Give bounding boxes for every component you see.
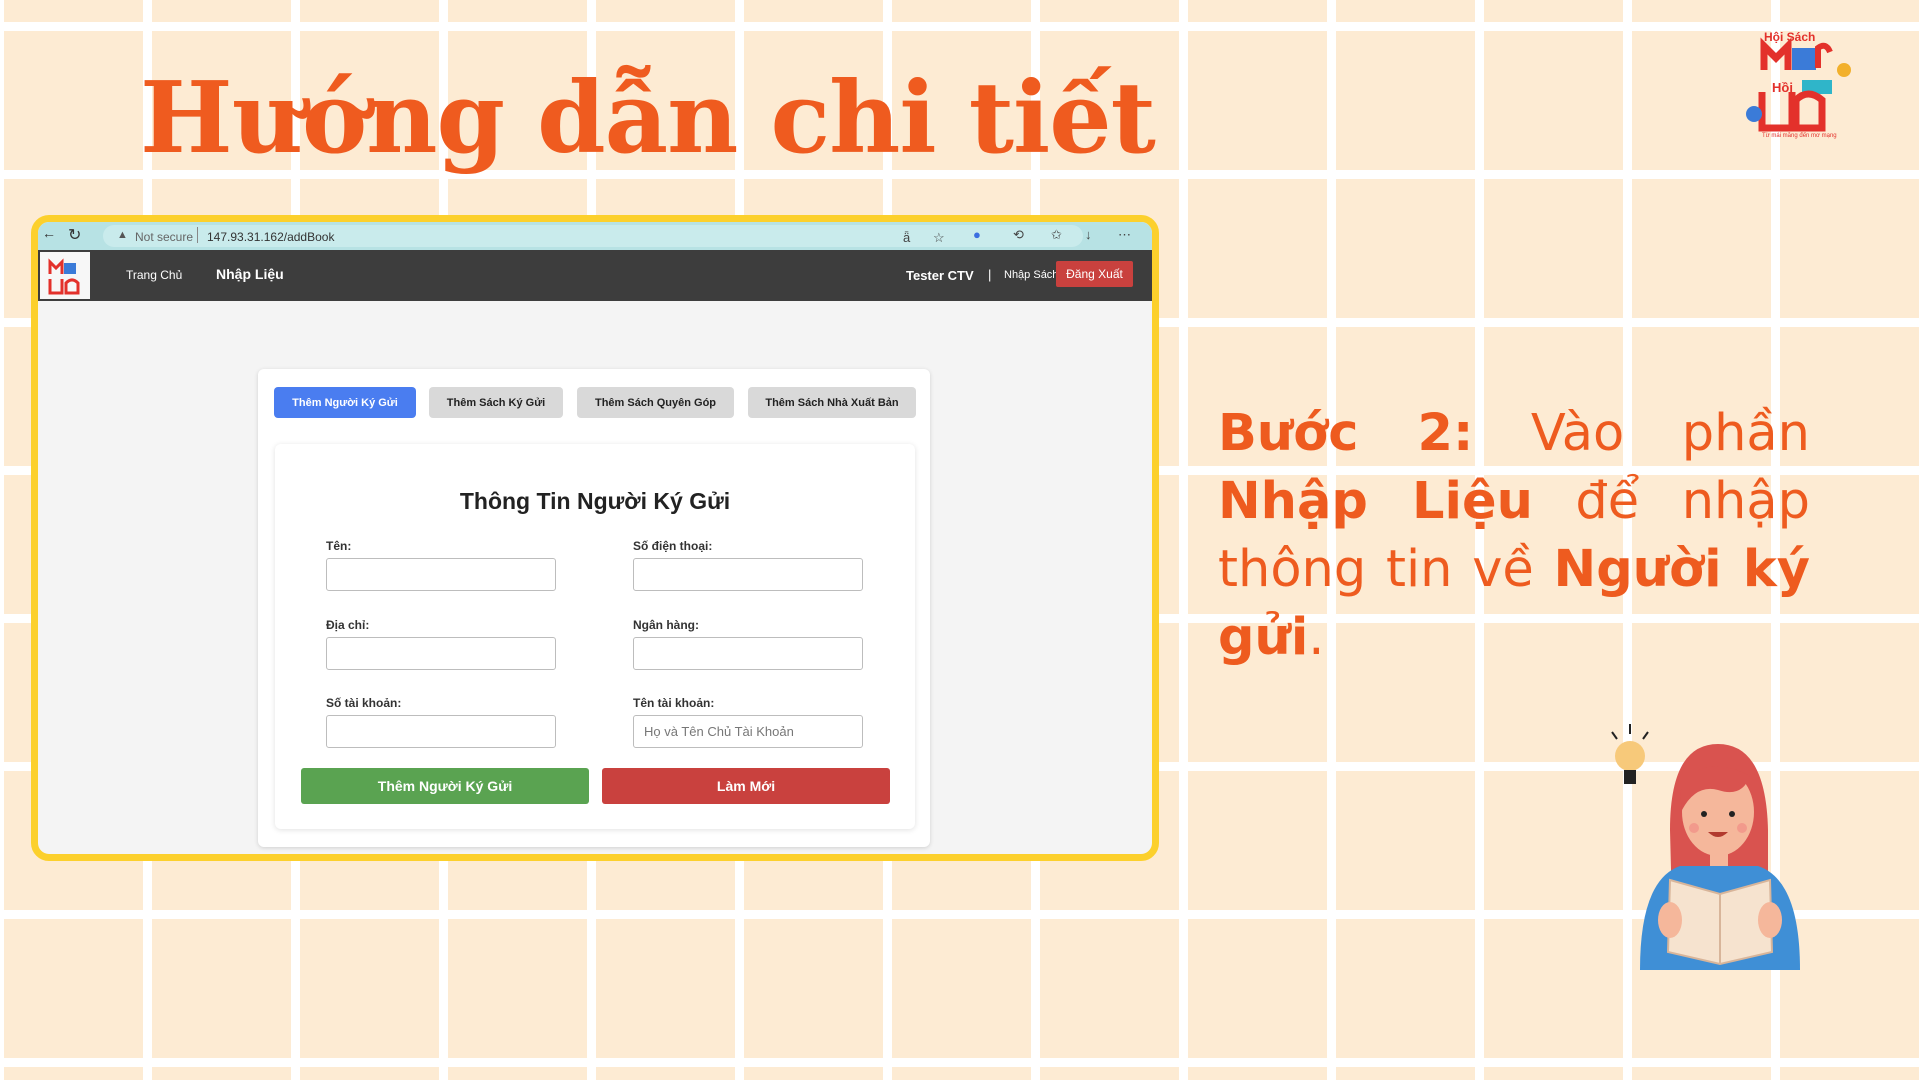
address-label: Địa chỉ: (326, 618, 370, 632)
nav-username: Tester CTV (906, 268, 974, 283)
step-instruction: Bước 2: Vào phần Nhập Liệu để nhập thông… (1218, 400, 1810, 672)
girl-reading-illustration (1611, 724, 1800, 970)
url-text[interactable]: 147.93.31.162/addBook (207, 230, 334, 244)
tab-add-publisher-book[interactable]: Thêm Sách Nhà Xuất Bản (748, 387, 916, 418)
back-icon[interactable]: ← (42, 225, 56, 241)
add-consignor-button[interactable]: Thêm Người Ký Gửi (301, 768, 589, 804)
reload-icon[interactable]: ↻ (68, 225, 81, 245)
browser-toolbar: ← ↻ ▲ Not secure 147.93.31.162/addBook ǟ… (38, 222, 1152, 250)
hoi-sach-logo: Hội Sách Hồi Từ mái măng đến mơ mạng (1742, 28, 1860, 146)
app-logo[interactable] (40, 252, 90, 299)
app-logo-icon (48, 258, 80, 295)
tab-add-consignor[interactable]: Thêm Người Ký Gửi (274, 387, 416, 418)
favorites-icon[interactable]: ✩ (1051, 227, 1062, 243)
lightbulb-icon (1611, 724, 1649, 784)
account-name-input[interactable] (633, 715, 863, 748)
address-input[interactable] (326, 637, 556, 670)
account-number-input[interactable] (326, 715, 556, 748)
bank-label: Ngân hàng: (633, 618, 699, 632)
warning-icon: ▲ (117, 229, 128, 241)
extension-check-icon[interactable]: ● (973, 227, 981, 242)
favorite-star-icon[interactable]: ☆ (933, 230, 945, 246)
download-icon[interactable]: ↓ (1085, 227, 1092, 242)
account-name-label: Tên tài khoản: (633, 696, 715, 710)
form-panel: Thêm Người Ký Gửi Thêm Sách Ký Gửi Thêm … (258, 369, 930, 847)
more-menu-icon[interactable]: ⋯ (1118, 227, 1131, 243)
tab-add-donated-book[interactable]: Thêm Sách Quyên Góp (577, 387, 734, 418)
security-status[interactable]: Not secure (135, 230, 193, 244)
step-text-3: . (1308, 608, 1325, 667)
consignor-form-card: Thông Tin Người Ký Gửi Tên: Số điện thoạ… (275, 444, 915, 829)
app-screenshot-frame: ← ↻ ▲ Not secure 147.93.31.162/addBook ǟ… (31, 215, 1159, 861)
step-text-1: Vào phần (1473, 404, 1810, 463)
step-bold-data-entry: Nhập Liệu (1218, 472, 1533, 531)
account-number-label: Số tài khoản: (326, 696, 402, 710)
address-bar[interactable]: ▲ Not secure 147.93.31.162/addBook ǟ ☆ (103, 225, 1083, 247)
reset-button[interactable]: Làm Mới (602, 768, 890, 804)
nav-separator: | (988, 267, 992, 282)
step-label: Bước 2: (1218, 404, 1474, 463)
app-navbar: Trang Chủ Nhập Liệu Tester CTV | Nhập Sá… (38, 250, 1152, 301)
nav-book-entry-link[interactable]: Nhập Sách (1004, 269, 1058, 281)
logo-tagline: Từ mái măng đến mơ mạng (1762, 133, 1837, 139)
logout-button[interactable]: Đăng Xuất (1056, 261, 1133, 287)
name-input[interactable] (326, 558, 556, 591)
form-title: Thông Tin Người Ký Gửi (459, 488, 731, 514)
phone-label: Số điện thoại: (633, 539, 713, 553)
logo-mid-text: Hồi (1772, 80, 1793, 95)
logo-icon (1746, 37, 1851, 132)
slide-title: Hướng dẫn chi tiết (140, 61, 1156, 176)
url-divider (197, 227, 198, 243)
phone-input[interactable] (633, 558, 863, 591)
read-aloud-icon[interactable]: ǟ (903, 230, 910, 245)
bank-input[interactable] (633, 637, 863, 670)
name-label: Tên: (326, 539, 352, 553)
extension-icon[interactable]: ⟲ (1013, 227, 1024, 243)
nav-home-link[interactable]: Trang Chủ (126, 268, 182, 282)
tab-add-consigned-book[interactable]: Thêm Sách Ký Gửi (429, 387, 563, 418)
nav-data-entry-link[interactable]: Nhập Liệu (216, 266, 284, 282)
